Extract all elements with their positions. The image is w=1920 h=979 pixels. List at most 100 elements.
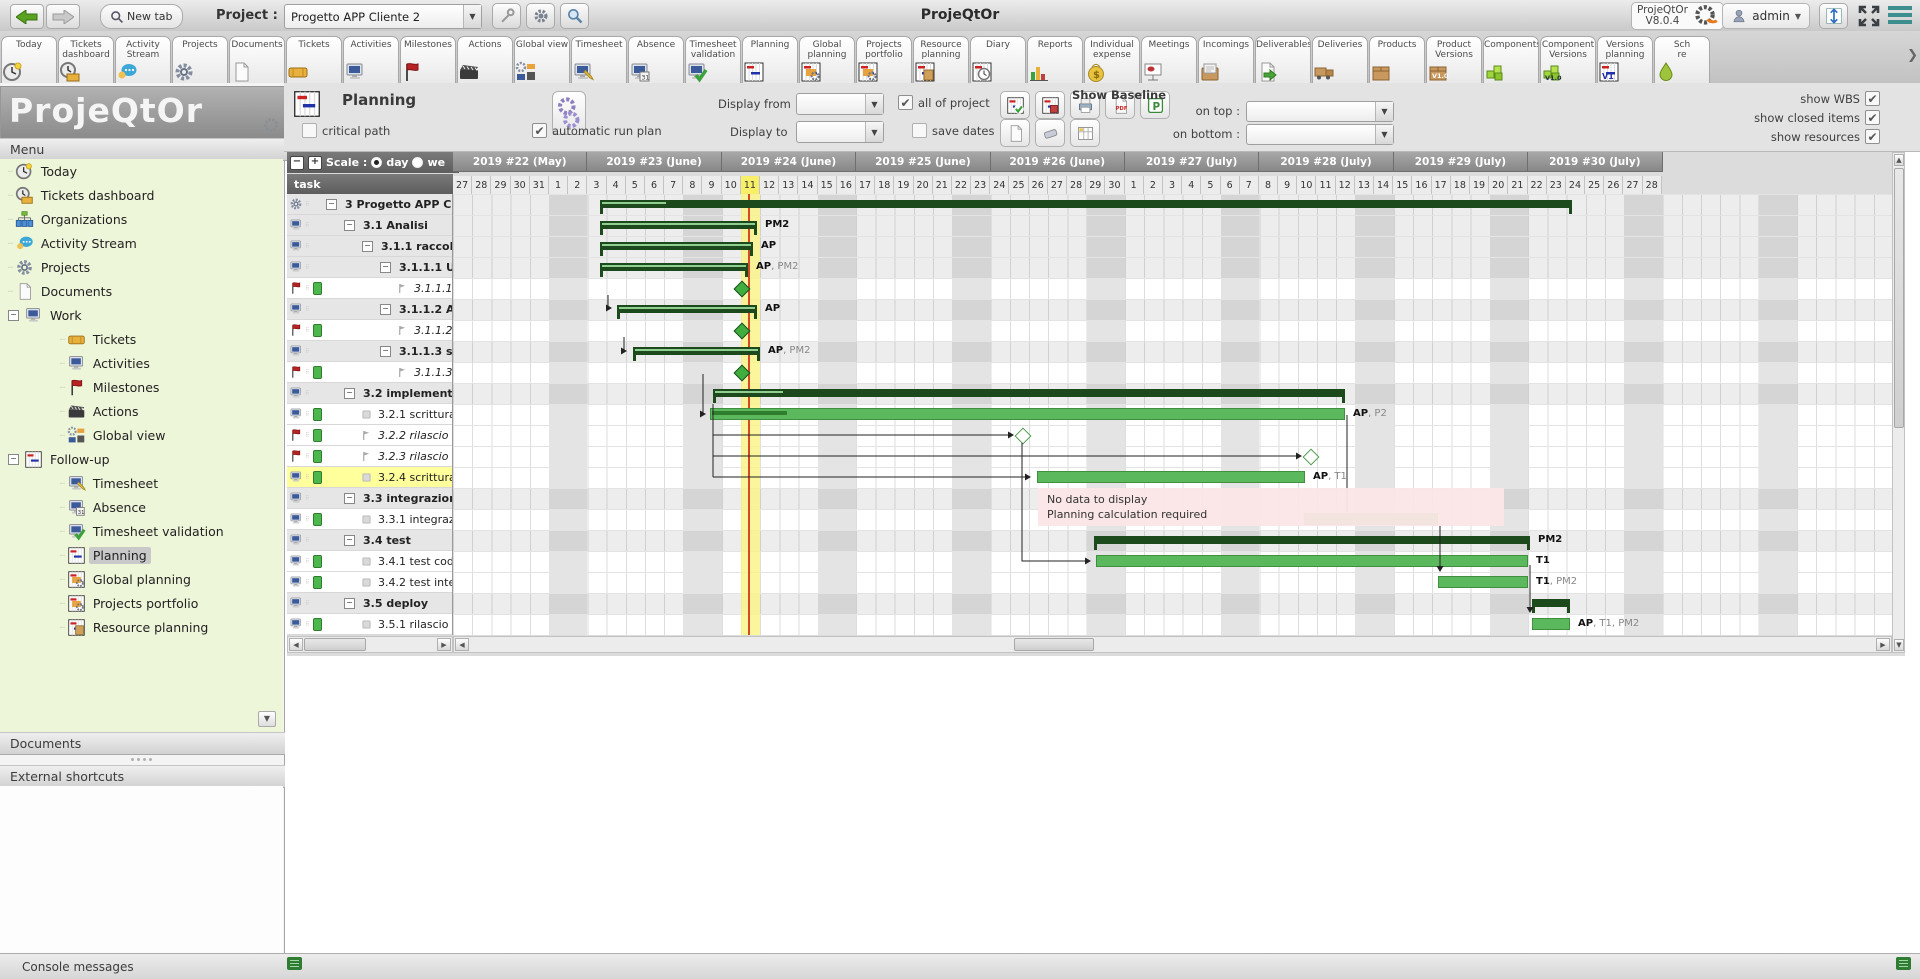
task-row[interactable]: ⠿3.1.1.3.1 do [287, 362, 452, 383]
tab-deliverables[interactable]: Deliverables [1255, 36, 1311, 83]
tab-versions-planning[interactable]: VersionsplanningV1 [1597, 36, 1653, 83]
scale-week-radio[interactable] [412, 157, 423, 168]
sidebar-item-work[interactable]: −Work [0, 303, 283, 327]
tab-projects[interactable]: Projects [172, 36, 228, 83]
sidebar-item-global-view[interactable]: ┈Global view [0, 423, 283, 447]
sidebar-item-absence[interactable]: ┈31Absence [0, 495, 283, 519]
menu-toggle-button[interactable] [1888, 5, 1912, 26]
sidebar-item-resource-planning[interactable]: ┈Resource planning [0, 615, 283, 639]
collapse-icon[interactable]: − [344, 493, 355, 504]
tab-global-planning[interactable]: Globalplanning [799, 36, 855, 83]
collapse-icon[interactable]: − [344, 535, 355, 546]
save-dates-checkbox[interactable]: save dates [912, 123, 995, 138]
baseline-top-select[interactable]: ▼ [1246, 101, 1394, 122]
forward-button[interactable] [46, 4, 80, 29]
gantt-summary-bar[interactable] [600, 221, 757, 229]
collapse-icon[interactable]: − [344, 388, 355, 399]
right-collapse-grip[interactable] [1896, 957, 1911, 970]
tab-projects-portfolio[interactable]: Projectsportfolio [856, 36, 912, 83]
collapse-icon[interactable]: − [8, 454, 19, 465]
collapse-icon[interactable]: − [362, 241, 373, 252]
sidebar-item-projects-portfolio[interactable]: ┈Projects portfolio [0, 591, 283, 615]
collapse-icon[interactable]: − [380, 262, 391, 273]
task-list-hscrollbar[interactable]: ◀ ▶ [287, 636, 453, 653]
task-row[interactable]: ⠿3.2.1 scrittura cod [287, 404, 452, 425]
show-closed-items-checkbox[interactable]: show closed items✔ [1754, 110, 1880, 125]
gantt-summary-bar[interactable] [713, 389, 1345, 397]
sidebar-item-activities[interactable]: ┈Activities [0, 351, 283, 375]
split-view-button[interactable] [1819, 3, 1848, 29]
sidebar-item-planning[interactable]: ┈Planning [0, 543, 283, 567]
grid-button[interactable] [1070, 119, 1100, 147]
sidebar-item-today[interactable]: ┈Today [0, 159, 283, 183]
tab-absence[interactable]: Absence31 [628, 36, 684, 83]
sidebar-item-global-planning[interactable]: ┈Global planning [0, 567, 283, 591]
task-row[interactable]: ⠿−3.1.1.3 stesu [287, 341, 452, 362]
tab-diary[interactable]: Diary [970, 36, 1026, 83]
back-button[interactable] [10, 4, 44, 29]
sidebar-item-activity-stream[interactable]: ┈Activity Stream [0, 231, 283, 255]
tab-tickets[interactable]: Tickets [286, 36, 342, 83]
task-row[interactable]: ⠿−3.2 implementazion [287, 383, 452, 404]
task-row[interactable]: ⠿−3.5 deploy [287, 593, 452, 614]
zoom-out-button[interactable]: − [290, 156, 304, 170]
task-row[interactable]: ⠿3.5.1 rilascio [287, 614, 452, 635]
baseline-bottom-select[interactable]: ▼ [1246, 124, 1394, 145]
tab-documents[interactable]: Documents [229, 36, 285, 83]
sidebar-item-timesheet-validation[interactable]: ┈Timesheet validation [0, 519, 283, 543]
gantt-summary-bar[interactable] [1532, 599, 1570, 607]
documents-panel-header[interactable]: Documents [0, 732, 303, 755]
task-row[interactable]: ⠿−3.1.1.1 Use Ca [287, 257, 452, 278]
tab-products[interactable]: Products [1369, 36, 1425, 83]
user-menu[interactable]: admin ▼ [1722, 3, 1810, 29]
task-row[interactable]: ⠿−3.4 test [287, 530, 452, 551]
sidebar-item-actions[interactable]: ┈Actions [0, 399, 283, 423]
panel-splitter[interactable] [0, 754, 283, 764]
collapse-icon[interactable]: − [344, 598, 355, 609]
zoom-in-button[interactable]: + [308, 156, 322, 170]
gantt-bar[interactable] [1037, 471, 1305, 483]
task-row[interactable]: ⠿−3.1 Analisi [287, 215, 452, 236]
menu-panel-header[interactable]: Menu [0, 138, 303, 161]
gantt-summary-bar[interactable] [1094, 536, 1530, 544]
external-shortcuts-panel-header[interactable]: External shortcuts [0, 765, 303, 788]
collapse-icon[interactable]: − [326, 199, 337, 210]
tab-sch-re[interactable]: Schre [1654, 36, 1710, 83]
task-row[interactable]: ⠿3.2.3 rilascio codic [287, 446, 452, 467]
tab-today[interactable]: Today [1, 36, 57, 83]
task-row[interactable]: ⠿3.4.1 test codice [287, 551, 452, 572]
gantt-summary-bar[interactable] [600, 242, 753, 250]
task-row[interactable]: ⠿3.2.4 scrittura doc [287, 467, 452, 488]
gantt-summary-bar[interactable] [600, 200, 1572, 208]
tab-product-versions[interactable]: ProductVersionsV1.0 [1426, 36, 1482, 83]
task-row[interactable]: ⠿−3.1.1 raccolta re [287, 236, 452, 257]
sidebar-item-tickets-dashboard[interactable]: ┈Tickets dashboard [0, 183, 283, 207]
collapse-icon[interactable]: − [380, 346, 391, 357]
tab-reports[interactable]: Reports [1027, 36, 1083, 83]
project-select[interactable]: Progetto APP Cliente 2 ▼ [284, 4, 482, 29]
menu-scroll-down-button[interactable]: ▼ [258, 711, 276, 727]
tab-components[interactable]: Components [1483, 36, 1539, 83]
gantt-bar[interactable] [1096, 555, 1528, 567]
sidebar-item-milestones[interactable]: ┈Milestones [0, 375, 283, 399]
display-from-select[interactable]: ▼ [796, 93, 884, 115]
gantt-summary-bar[interactable] [600, 263, 748, 271]
page-button[interactable] [1000, 119, 1030, 147]
tab-milestones[interactable]: Milestones [400, 36, 456, 83]
eraser-button[interactable] [1035, 119, 1065, 147]
task-row[interactable]: ⠿−3 Progetto APP Cliente [287, 194, 452, 215]
task-row[interactable]: ⠿3.1.1.2.1 do [287, 320, 452, 341]
task-row[interactable]: ⠿−3.1.1.2 Activit [287, 299, 452, 320]
gantt-vscrollbar[interactable]: ▲ ▼ [1892, 152, 1905, 653]
sidebar-item-projects[interactable]: ┈Projects [0, 255, 283, 279]
tab-component-versions[interactable]: ComponentVersionsV1.0 [1540, 36, 1596, 83]
show-resources-checkbox[interactable]: show resources✔ [1771, 129, 1880, 144]
scale-day-radio[interactable] [371, 157, 382, 168]
collapse-icon[interactable]: − [8, 310, 19, 321]
tab-actions[interactable]: Actions [457, 36, 513, 83]
edit-project-button[interactable] [492, 3, 521, 29]
gantt-summary-bar[interactable] [633, 347, 760, 355]
gantt-milestone-diamond[interactable] [1015, 428, 1032, 445]
task-row[interactable]: ⠿3.1.1.1.1 do [287, 278, 452, 299]
tab-activity-stream[interactable]: ActivityStream [115, 36, 171, 83]
